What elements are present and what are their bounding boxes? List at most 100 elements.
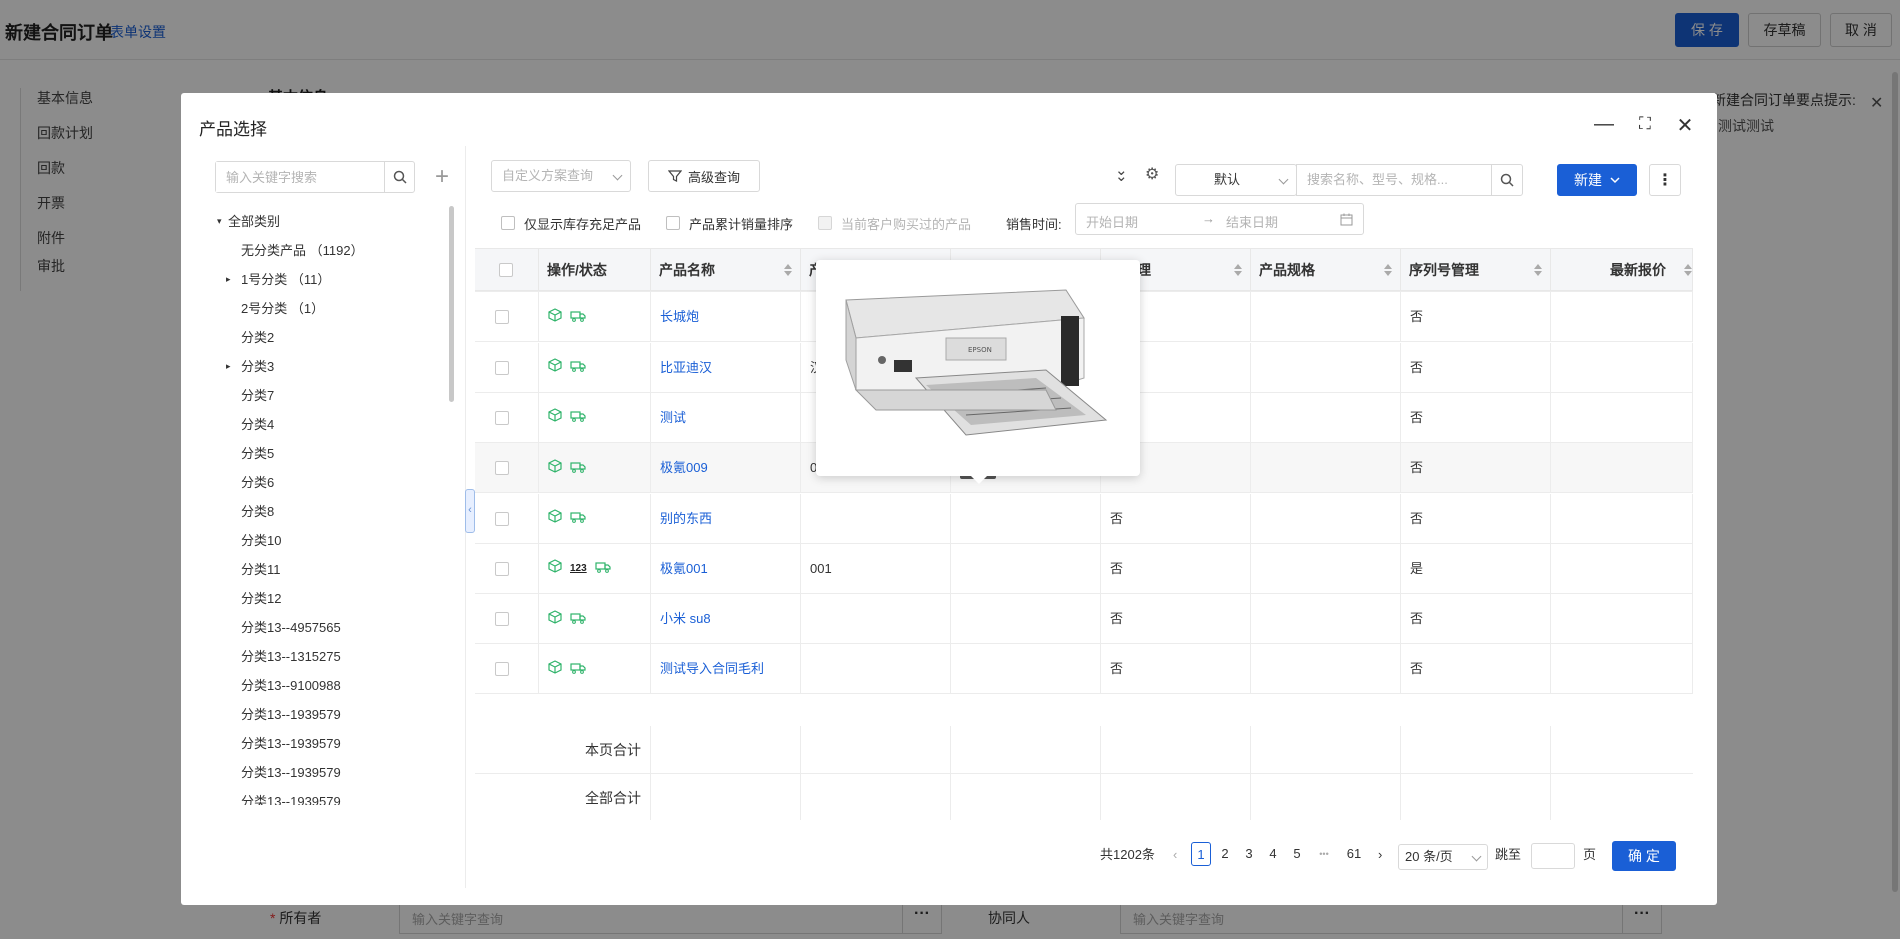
table-row[interactable]: 别的东西 否 否	[475, 493, 1693, 544]
truck-icon[interactable]	[570, 494, 586, 543]
row-checkbox[interactable]	[495, 360, 509, 375]
truck-icon[interactable]	[570, 444, 586, 493]
advanced-query-button[interactable]: 高级查询	[648, 160, 760, 192]
tree-scrollbar[interactable]	[449, 206, 454, 402]
tree-node[interactable]: ▸ 1号分类 （11）	[217, 265, 477, 294]
tree-node[interactable]: 分类13--1939579	[217, 787, 477, 805]
minimize-icon[interactable]: —	[1592, 113, 1616, 136]
page-3[interactable]: 3	[1239, 842, 1259, 866]
col-serial-label: 序列号管理	[1409, 262, 1479, 278]
page-4[interactable]: 4	[1263, 842, 1283, 866]
product-name-link[interactable]: 长城炮	[660, 309, 699, 324]
truck-icon[interactable]	[570, 595, 586, 644]
caret-right-icon[interactable]: ▸	[226, 265, 231, 294]
table-row[interactable]: 123 极氪001 001 否 是	[475, 543, 1693, 594]
tree-node[interactable]: 分类7	[217, 381, 477, 410]
tree-node[interactable]: 分类4	[217, 410, 477, 439]
tree-node[interactable]: ▸ 分类3	[217, 352, 477, 381]
table-row[interactable]: 测试导入合同毛利 否 否	[475, 644, 1693, 695]
tree-node[interactable]: 无分类产品 （1192）	[217, 236, 477, 265]
stock-cube-icon[interactable]	[548, 343, 562, 392]
maximize-icon[interactable]: ⛶	[1633, 114, 1657, 134]
more-options-icon[interactable]: ⋮	[1649, 164, 1681, 196]
tree-node[interactable]: 分类6	[217, 468, 477, 497]
search-icon[interactable]	[384, 162, 414, 192]
page-2[interactable]: 2	[1215, 842, 1235, 866]
select-all-checkbox[interactable]	[499, 263, 513, 277]
stock-cube-icon[interactable]	[548, 293, 562, 342]
table-row[interactable]: 小米 su8 否 否	[475, 594, 1693, 645]
tree-search-input[interactable]	[216, 162, 384, 192]
purchased-checkbox[interactable]: 当前客户购买过的产品	[818, 212, 971, 234]
row-checkbox[interactable]	[495, 511, 509, 526]
stock-cube-icon[interactable]	[548, 595, 562, 644]
truck-icon[interactable]	[570, 293, 586, 342]
sales-sort-checkbox[interactable]: 产品累计销量排序	[666, 212, 793, 234]
caret-down-icon[interactable]: ▾	[217, 207, 222, 236]
stock-cube-icon[interactable]	[548, 544, 562, 593]
jump-page-input[interactable]	[1531, 843, 1575, 869]
collapse-panel-icon[interactable]: ‹	[465, 489, 475, 533]
close-icon[interactable]: ✕	[1673, 113, 1697, 138]
stock-cube-icon[interactable]	[548, 645, 562, 694]
page-ellipsis[interactable]: •••	[1314, 842, 1334, 866]
product-name-link[interactable]: 别的东西	[660, 511, 712, 526]
page-61[interactable]: 61	[1344, 842, 1364, 866]
tree-node[interactable]: 分类8	[217, 497, 477, 526]
truck-icon[interactable]	[570, 393, 586, 442]
tree-node[interactable]: ▾ 全部类别	[217, 207, 477, 236]
confirm-button[interactable]: 确 定	[1612, 841, 1676, 871]
col-price[interactable]: 最新报价	[1551, 249, 1693, 291]
truck-icon[interactable]	[570, 343, 586, 392]
custom-query-select[interactable]: 自定义方案查询	[491, 160, 631, 192]
prev-page-icon[interactable]: ‹	[1173, 842, 1177, 868]
truck-icon[interactable]	[595, 544, 611, 593]
stock-cube-icon[interactable]	[548, 393, 562, 442]
tree-node[interactable]: 分类13--4957565	[217, 613, 477, 642]
truck-icon[interactable]	[570, 645, 586, 694]
tree-node[interactable]: 分类10	[217, 526, 477, 555]
tree-node[interactable]: 分类13--1939579	[217, 729, 477, 758]
start-date-field[interactable]: 开始日期	[1086, 212, 1138, 231]
row-checkbox[interactable]	[495, 410, 509, 425]
tree-node[interactable]: 分类13--1939579	[217, 758, 477, 787]
new-product-button[interactable]: 新建	[1557, 164, 1637, 196]
per-page-select[interactable]: 20 条/页	[1398, 844, 1488, 870]
product-name-link[interactable]: 测试	[660, 410, 686, 425]
product-name-link[interactable]: 小米 su8	[660, 611, 711, 626]
add-category-icon[interactable]: +	[435, 161, 449, 193]
next-page-icon[interactable]: ›	[1378, 842, 1382, 868]
tree-node[interactable]: 分类13--1315275	[217, 642, 477, 671]
page-5[interactable]: 5	[1287, 842, 1307, 866]
product-search-input[interactable]: 搜索名称、型号、规格...	[1296, 164, 1492, 196]
row-checkbox[interactable]	[495, 461, 509, 476]
default-scheme-select[interactable]: 默认	[1175, 164, 1297, 196]
page-1[interactable]: 1	[1191, 842, 1211, 866]
tree-node[interactable]: 分类12	[217, 584, 477, 613]
row-checkbox[interactable]	[495, 612, 509, 627]
tree-node[interactable]: 分类5	[217, 439, 477, 468]
end-date-field[interactable]: 结束日期	[1226, 212, 1278, 231]
tree-node[interactable]: 2号分类 （1）	[217, 294, 477, 323]
stock-cube-icon[interactable]	[548, 444, 562, 493]
stock-cube-icon[interactable]	[548, 494, 562, 543]
tree-node[interactable]: 分类13--1939579	[217, 700, 477, 729]
caret-right-icon[interactable]: ▸	[226, 352, 231, 381]
tree-node[interactable]: 分类11	[217, 555, 477, 584]
search-icon[interactable]	[1491, 164, 1523, 196]
row-checkbox[interactable]	[495, 662, 509, 677]
tree-node[interactable]: 分类13--9100988	[217, 671, 477, 700]
col-serial[interactable]: 序列号管理	[1401, 249, 1551, 291]
gear-icon[interactable]: ⚙	[1145, 164, 1159, 184]
product-name-link[interactable]: 测试导入合同毛利	[660, 661, 764, 676]
product-name-link[interactable]: 比亚迪汉	[660, 360, 712, 375]
only-stock-checkbox[interactable]: 仅显示库存充足产品	[501, 212, 641, 234]
sale-date-range[interactable]: 开始日期 → 结束日期	[1075, 203, 1364, 235]
col-name[interactable]: 产品名称	[651, 249, 801, 291]
product-name-link[interactable]: 极氪009	[660, 460, 708, 475]
row-checkbox[interactable]	[495, 310, 509, 325]
row-checkbox[interactable]	[495, 561, 509, 576]
tree-node[interactable]: 分类2	[217, 323, 477, 352]
col-spec[interactable]: 产品规格	[1251, 249, 1401, 291]
product-name-link[interactable]: 极氪001	[660, 561, 708, 576]
